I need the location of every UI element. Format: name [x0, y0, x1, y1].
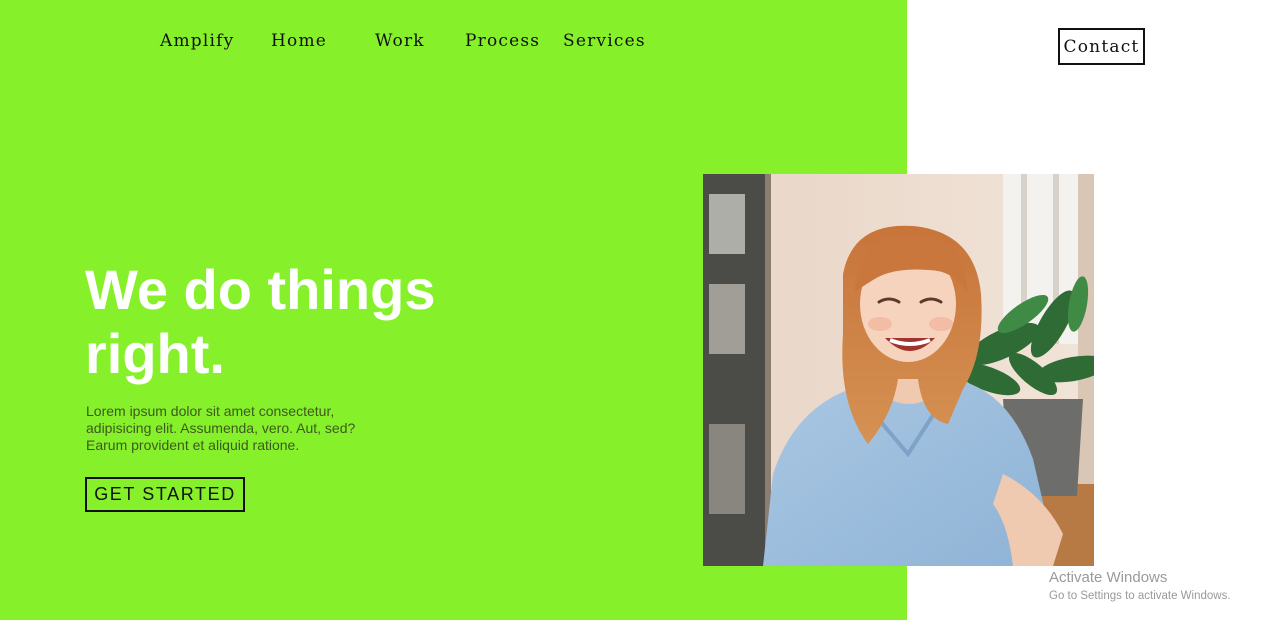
contact-button[interactable]: Contact — [1058, 28, 1145, 65]
hero-title-line-2: right. — [85, 322, 225, 385]
nav-link-amplify[interactable]: Amplify — [160, 31, 234, 51]
smiling-woman-portrait-photo — [703, 174, 1094, 566]
nav-link-services[interactable]: Services — [563, 31, 646, 51]
nav-link-process[interactable]: Process — [465, 31, 540, 51]
hero-title: We do things right. — [85, 258, 605, 386]
hero-title-line-1: We do things — [85, 258, 436, 321]
hero-photo — [703, 174, 1094, 566]
nav-link-work[interactable]: Work — [375, 31, 425, 51]
nav-link-home[interactable]: Home — [271, 31, 327, 51]
get-started-button[interactable]: GET STARTED — [85, 477, 245, 512]
watermark-title: Activate Windows — [1049, 569, 1168, 586]
windows-activation-watermark: Activate Windows Go to Settings to activ… — [1049, 569, 1231, 603]
landing-page: Amplify Home Work Process Services Conta… — [0, 0, 1280, 620]
hero-description: Lorem ipsum dolor sit amet consectetur, … — [86, 403, 356, 453]
watermark-subtitle: Go to Settings to activate Windows. — [1049, 590, 1231, 602]
